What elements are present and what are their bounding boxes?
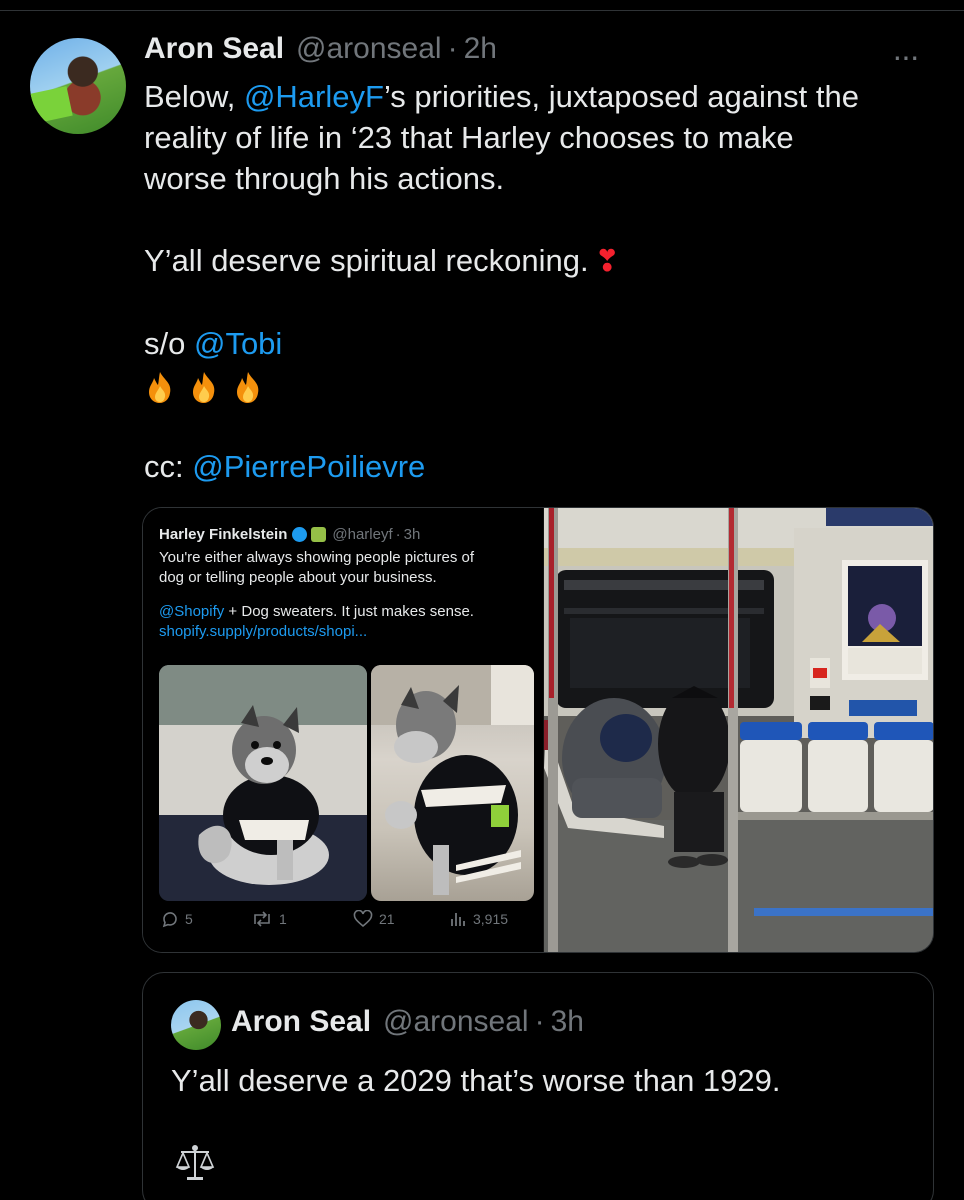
author-name[interactable]: Aron Seal	[144, 32, 284, 66]
quoted-header: Harley Finkelstein @harleyf · 3h	[159, 526, 421, 543]
tweet-media[interactable]: Harley Finkelstein @harleyf · 3h You're …	[142, 507, 934, 953]
subway-photo	[544, 508, 933, 952]
reply-tweet-card[interactable]: Aron Seal @aronseal · 3h Y’all deserve a…	[142, 972, 934, 1200]
mention-harleyf[interactable]: @HarleyF	[244, 79, 384, 114]
quoted-tweet-screenshot: Harley Finkelstein @harleyf · 3h You're …	[143, 508, 544, 952]
verified-badge-icon	[292, 527, 308, 542]
heart-icon	[353, 910, 373, 928]
tweet-header: Aron Seal @aronseal · 2h	[144, 32, 497, 66]
reply-header: Aron Seal @aronseal · 3h	[231, 1005, 584, 1039]
reply-time[interactable]: 3h	[551, 1005, 584, 1039]
more-options-icon[interactable]: ···	[892, 38, 920, 75]
separator-dot: ·	[447, 32, 458, 65]
quoted-author-name: Harley Finkelstein	[159, 526, 288, 543]
reply-author-name[interactable]: Aron Seal	[231, 1005, 371, 1039]
fire-emoji-row	[144, 364, 934, 405]
shopify-badge-icon	[311, 527, 327, 542]
reply-author-avatar[interactable]	[171, 1000, 221, 1050]
quoted-handle: @harleyf	[332, 526, 393, 543]
quoted-body: You're either always showing people pict…	[159, 548, 539, 642]
quoted-time: 3h	[403, 526, 421, 543]
top-divider	[0, 10, 964, 11]
tweet-body: Below, @HarleyF’s priorities, juxtaposed…	[144, 76, 934, 487]
dog-photo-2	[371, 665, 534, 901]
mention-pierrepoilievre[interactable]: @PierrePoilievre	[192, 449, 425, 484]
dog-photo-1	[159, 665, 367, 901]
quoted-retweet-count: 1	[251, 910, 287, 928]
tweet-line-1: Below, @HarleyF’s priorities, juxtaposed…	[144, 79, 859, 114]
tweet-line-4: Y’all deserve spiritual reckoning. ❣	[144, 243, 620, 278]
balance-scale-icon	[175, 1145, 215, 1180]
quoted-like-count: 21	[353, 910, 395, 928]
reply-icon	[162, 912, 177, 928]
reply-body: Y’all deserve a 2029 that’s worse than 1…	[171, 1063, 781, 1098]
fire-icon	[193, 371, 215, 403]
fire-icon	[237, 371, 259, 403]
heart-exclamation-icon: ❣	[594, 245, 620, 278]
quoted-link: shopify.supply/products/shopi...	[159, 623, 368, 640]
mention-tobi[interactable]: @Tobi	[194, 326, 282, 361]
retweet-icon	[254, 911, 270, 927]
author-handle[interactable]: @aronseal	[296, 32, 442, 66]
quoted-view-count: 3,915	[449, 910, 508, 928]
author-avatar[interactable]	[30, 38, 126, 134]
tweet-line-5: s/o @Tobi	[144, 326, 283, 361]
tweet-line-3: worse through his actions.	[144, 161, 505, 196]
views-chart-icon	[451, 913, 465, 926]
reply-author-handle[interactable]: @aronseal	[383, 1005, 529, 1039]
fire-icon	[149, 371, 171, 403]
tweet-time[interactable]: 2h	[464, 32, 497, 66]
tweet-line-6: cc: @PierrePoilievre	[144, 449, 426, 484]
separator-dot: ·	[534, 1005, 545, 1038]
tweet-line-2: reality of life in ‘23 that Harley choos…	[144, 120, 794, 155]
quoted-action-bar: 5 1 21 3,915	[159, 910, 529, 934]
quoted-reply-count: 5	[161, 910, 193, 928]
mention-shopify: @Shopify	[159, 603, 225, 620]
